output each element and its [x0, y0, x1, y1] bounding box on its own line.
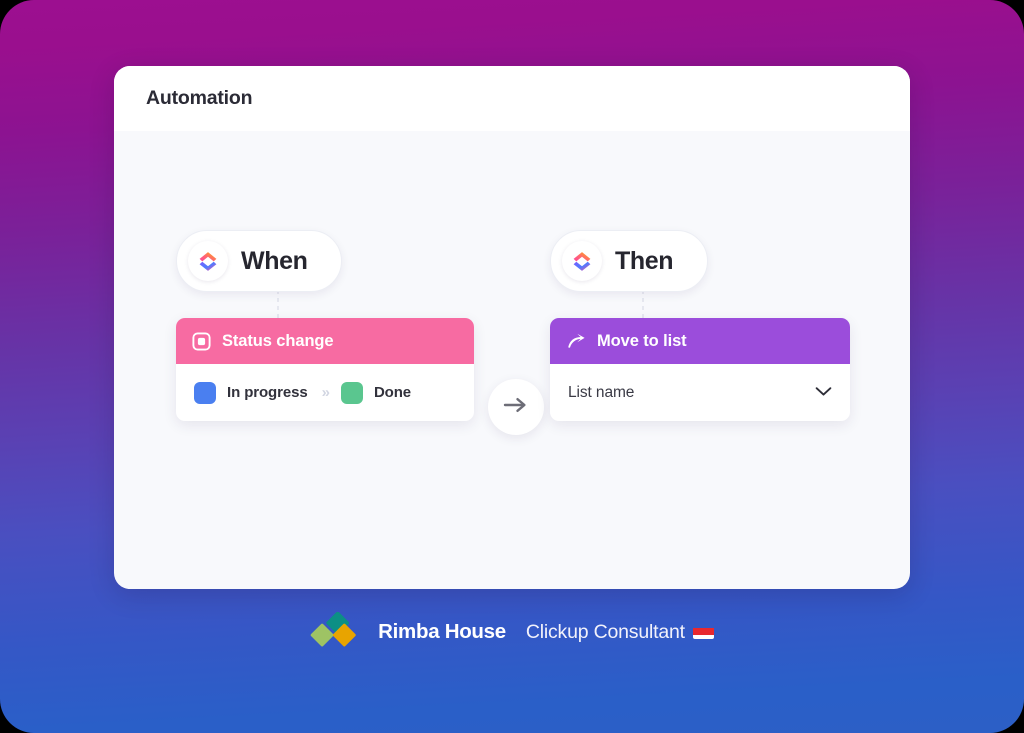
move-arrow-icon [566, 331, 586, 351]
page-title: Automation [146, 87, 253, 109]
chevron-down-icon[interactable] [815, 384, 832, 402]
then-pill-label: Then [615, 246, 674, 275]
to-status-label: Done [373, 384, 412, 401]
then-pill[interactable]: Then [550, 230, 709, 292]
brand-tagline: Clickup Consultant [525, 620, 685, 643]
indonesia-flag-icon [692, 625, 714, 639]
list-name-value: List name [568, 383, 635, 401]
automation-canvas: When Status change In progress » Done Th… [114, 131, 910, 589]
clickup-logo-icon [188, 241, 228, 281]
when-branch: When Status change In progress » Done [176, 230, 474, 421]
arrow-right-icon [503, 394, 529, 421]
gradient-background: Automation When Status change In progres… [0, 0, 1024, 733]
status-change-card-header: Status change [176, 318, 474, 364]
then-connector-line [642, 290, 644, 320]
move-to-list-card[interactable]: Move to list List name [550, 318, 850, 421]
from-status-swatch [194, 381, 216, 404]
automation-panel: Automation When Status change In progres… [114, 66, 910, 589]
double-chevron-right-icon: » [321, 384, 330, 401]
when-connector-line [277, 290, 279, 320]
panel-header: Automation [114, 66, 910, 131]
rimba-house-diamonds-icon [310, 611, 360, 652]
when-pill[interactable]: When [176, 230, 343, 292]
status-change-card[interactable]: Status change In progress » Done [176, 318, 474, 421]
list-name-select[interactable]: List name [550, 364, 850, 421]
brand-name: Rimba House [378, 620, 506, 643]
to-status-swatch [340, 381, 363, 404]
status-square-icon [192, 331, 211, 351]
then-branch: Then Move to list List name [550, 230, 850, 421]
flow-arrow-button [488, 379, 544, 435]
status-transition-row[interactable]: In progress » Done [176, 364, 474, 421]
clickup-logo-icon [562, 241, 602, 281]
from-status-label: In progress [227, 384, 308, 401]
status-change-card-title: Status change [222, 331, 334, 350]
brand-footer: Rimba House Clickup Consultant [0, 611, 1024, 652]
brand-tagline-wrap: Clickup Consultant [526, 621, 714, 644]
move-to-list-card-header: Move to list [550, 318, 850, 364]
move-to-list-card-title: Move to list [597, 331, 687, 350]
when-pill-label: When [241, 246, 308, 275]
